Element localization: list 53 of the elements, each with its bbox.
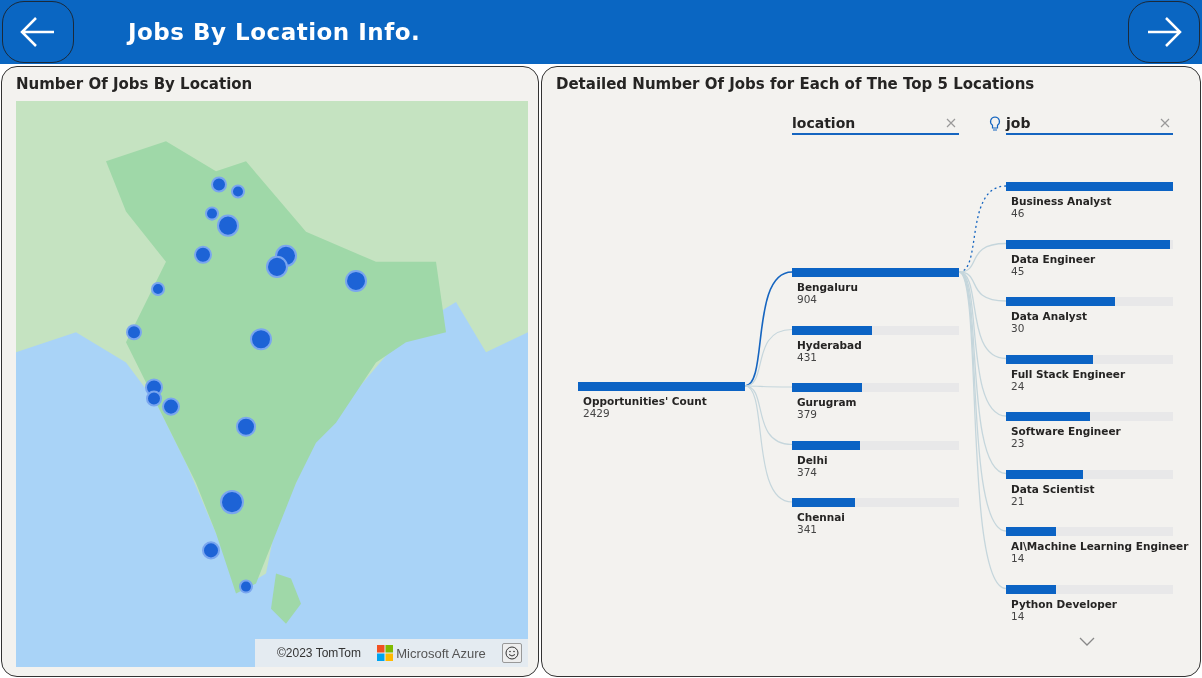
node-label: Full Stack Engineer [1011,367,1126,380]
provider-text: Microsoft Azure [396,645,486,661]
bar-track[interactable] [792,325,959,335]
copyright-text: ©2023 TomTom [277,646,361,660]
node-label: Data Engineer [1011,252,1096,265]
node-value: 46 [1011,207,1025,219]
level-header: job [1006,115,1031,131]
windows-logo-icon [377,645,394,661]
close-icon[interactable] [946,118,956,128]
node-value: 374 [797,465,818,478]
node-value: 341 [797,523,818,535]
node-value: 24 [1011,379,1025,392]
bar-track[interactable] [1006,412,1173,421]
node-value: 2429 [583,407,610,419]
bar-track[interactable] [792,383,959,392]
node-value: 30 [1011,322,1025,334]
smiley-icon [505,646,519,660]
panel-title: Detailed Number Of Jobs for Each of The Top 5 Locations [556,75,1035,93]
bar-track[interactable] [792,440,959,450]
level-header: location [792,115,856,131]
node-label: Delhi [797,453,828,466]
node-value: 431 [797,350,818,363]
node-value: 904 [797,293,818,305]
node-value: 14 [1011,609,1025,622]
node-label: Data Scientist [1011,482,1095,495]
node-label: AI\Machine Learning Engineer [1011,540,1189,552]
node-value: 14 [1011,552,1025,564]
node-label: Data Analyst [1011,310,1087,322]
node-value: 45 [1011,264,1025,277]
page-title: Jobs By Location Info. [128,19,422,45]
node-label: Opportunities' Count [583,395,707,407]
node-label: Business Analyst [1011,195,1112,207]
node-label: Hyderabad [797,338,862,351]
panel-title: Number Of Jobs By Location [16,75,253,93]
bar-track[interactable] [1006,469,1173,479]
node-value: 379 [797,408,818,420]
close-icon[interactable] [1160,118,1170,128]
node-value: 21 [1011,494,1025,507]
bar-track[interactable] [1006,527,1173,536]
bar-track[interactable] [792,498,959,507]
node-label: Chennai [797,511,845,523]
forward-button[interactable] [1128,1,1200,63]
node-label: Python Developer [1011,597,1117,610]
node-label: Software Engineer [1011,425,1121,437]
node-label: Gurugram [797,396,857,408]
feedback-button[interactable] [502,643,522,663]
bar-track[interactable] [1006,297,1173,306]
node-value: 23 [1011,437,1025,449]
bar-track[interactable] [1006,584,1173,594]
back-button[interactable] [2,1,74,63]
bar-track[interactable] [1006,354,1173,364]
chevron-down-icon[interactable] [1079,637,1095,647]
node-label: Bengaluru [797,281,858,293]
